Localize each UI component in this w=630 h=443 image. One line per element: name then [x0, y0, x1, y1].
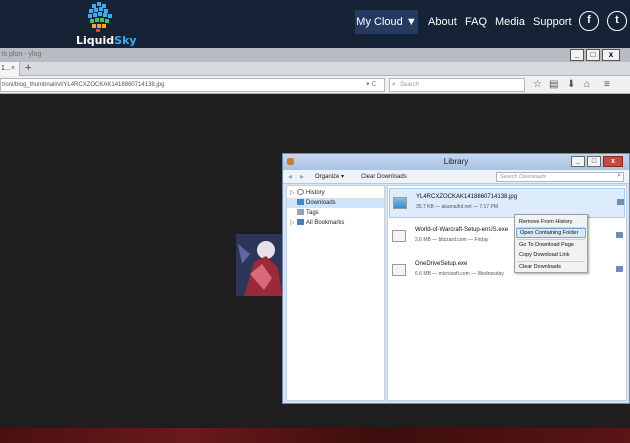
reload-icon[interactable]: ▾ C — [366, 79, 377, 91]
sidebar-item-label: History — [306, 190, 325, 196]
menu-item-open-containing-folder[interactable]: Open Containing Folder — [516, 228, 586, 238]
site-header: LiquidSky My Cloud ▼ About FAQ Media Sup… — [0, 0, 630, 48]
download-row[interactable]: YL4RCXZOCKAK1418860714138.jpg 35.7 KB — … — [389, 188, 625, 218]
menu-item-go-to-download-page[interactable]: Go To Download Page — [516, 240, 586, 250]
expand-arrow-icon[interactable]: ▷ — [290, 188, 295, 198]
menu-icon[interactable]: ≡ — [604, 77, 610, 93]
sidebar-item-downloads[interactable]: Downloads — [287, 198, 384, 208]
twitter-icon[interactable]: t — [607, 11, 627, 31]
sidebar-item-all-bookmarks[interactable]: ▷ All Bookmarks — [287, 218, 384, 228]
page-background-strip — [0, 428, 630, 443]
library-toolbar: ◂ ▸ Organize ▾ Clear Downloads Search Do… — [283, 170, 629, 184]
download-filename: YL4RCXZOCKAK1418860714138.jpg — [416, 194, 518, 200]
search-icon: ⌕ — [392, 81, 396, 88]
sidebar-item-history[interactable]: ▷ History — [287, 188, 384, 198]
library-title: Library — [443, 157, 469, 166]
image-file-icon — [393, 197, 407, 209]
sidebar-item-label: Downloads — [306, 200, 336, 206]
download-row[interactable]: World-of-Warcraft-Setup-enUS.exe 2.6 MB … — [389, 222, 625, 252]
home-icon[interactable]: ⌂ — [584, 77, 590, 93]
bookmarks-icon — [297, 219, 304, 225]
nav-faq[interactable]: FAQ — [465, 10, 487, 34]
downloads-list: YL4RCXZOCKAK1418860714138.jpg 35.7 KB — … — [387, 185, 627, 401]
thumbnail-artwork-icon — [236, 234, 284, 296]
sidebar-item-label: Tags — [306, 210, 319, 216]
menu-item-remove-from-history[interactable]: Remove From History — [516, 217, 586, 227]
library-window: Library _ □ x ◂ ▸ Organize ▾ Clear Downl… — [282, 153, 630, 404]
download-meta: 6.6 MB — microsoft.com — Wednesday — [415, 271, 504, 277]
tab-strip: 1... × + — [0, 62, 630, 76]
sidebar-item-tags[interactable]: Tags — [287, 208, 384, 218]
bookmarks-icon[interactable]: ▤ — [549, 77, 558, 93]
organize-menu-button[interactable]: Organize ▾ — [315, 170, 344, 184]
download-context-menu: Remove From History Open Containing Fold… — [514, 214, 588, 273]
tab-close-icon[interactable]: × — [11, 62, 15, 76]
expand-arrow-icon[interactable]: ▷ — [290, 218, 295, 228]
download-row[interactable]: OneDriveSetup.exe 6.6 MB — microsoft.com… — [389, 256, 625, 286]
forward-arrow-icon[interactable]: ▸ — [300, 170, 304, 184]
folder-icon[interactable] — [617, 199, 624, 205]
nav-my-cloud[interactable]: My Cloud ▼ — [355, 10, 418, 34]
download-meta: 2.6 MB — blizzard.com — Friday — [415, 237, 489, 243]
library-minimize-button[interactable]: _ — [571, 156, 585, 167]
library-title-bar[interactable]: Library _ □ x — [283, 154, 629, 170]
library-close-button[interactable]: x — [603, 156, 623, 167]
search-placeholder: Search — [400, 82, 420, 88]
download-filename: OneDriveSetup.exe — [415, 261, 468, 267]
exe-file-icon — [392, 230, 406, 242]
search-icon: ⌕ — [617, 172, 621, 179]
logo-wordmark[interactable]: LiquidSky — [76, 34, 137, 47]
tab-label: 1... — [1, 65, 11, 72]
browser-close-button[interactable]: x — [602, 49, 620, 61]
sidebar-item-label: All Bookmarks — [306, 220, 345, 226]
download-filename: World-of-Warcraft-Setup-enUS.exe — [415, 227, 509, 233]
url-text: t/oni/blog_thumbnail/vl/YL4RCXZOCKAK1418… — [2, 82, 165, 88]
nav-support[interactable]: Support — [533, 10, 572, 34]
browser-tab[interactable]: 1... × — [0, 62, 20, 76]
search-downloads-input[interactable]: Search Downloads ⌕ — [496, 172, 624, 182]
nav-media[interactable]: Media — [495, 10, 525, 34]
logo-word-sky: Sky — [114, 34, 137, 47]
new-tab-button[interactable]: + — [25, 62, 31, 75]
menu-item-clear-downloads[interactable]: Clear Downloads — [516, 262, 586, 272]
browser-title-bar: ls plon - ylog — [0, 48, 630, 62]
library-app-icon — [287, 158, 294, 165]
back-arrow-icon[interactable]: ◂ — [288, 170, 292, 184]
library-sidebar: ▷ History Downloads Tags ▷ All Bookmarks — [286, 185, 385, 401]
search-downloads-placeholder: Search Downloads — [500, 174, 547, 180]
nav-about[interactable]: About — [428, 10, 457, 34]
facebook-icon[interactable]: f — [579, 11, 599, 31]
url-bar[interactable]: t/oni/blog_thumbnail/vl/YL4RCXZOCKAK1418… — [0, 78, 385, 92]
library-maximize-button[interactable]: □ — [587, 156, 601, 167]
menu-item-copy-download-link[interactable]: Copy Download Link — [516, 250, 586, 260]
tag-icon — [297, 209, 304, 215]
folder-icon[interactable] — [616, 266, 623, 272]
browser-minimize-button[interactable]: _ — [570, 49, 584, 61]
logo-word-liquid: Liquid — [76, 34, 115, 47]
folder-icon[interactable] — [616, 232, 623, 238]
thumbnail-image[interactable] — [236, 234, 284, 296]
search-input[interactable]: ⌕ Search — [389, 78, 525, 92]
clear-downloads-button[interactable]: Clear Downloads — [361, 170, 407, 184]
clock-icon — [297, 189, 304, 195]
download-icon[interactable]: ⬇ — [567, 77, 575, 93]
download-meta: 35.7 KB — akamaihd.net — 7:17 PM — [416, 204, 498, 210]
exe-file-icon — [392, 264, 406, 276]
star-icon[interactable]: ☆ — [533, 77, 542, 93]
browser-maximize-button[interactable]: □ — [586, 49, 600, 61]
download-icon — [297, 199, 304, 205]
